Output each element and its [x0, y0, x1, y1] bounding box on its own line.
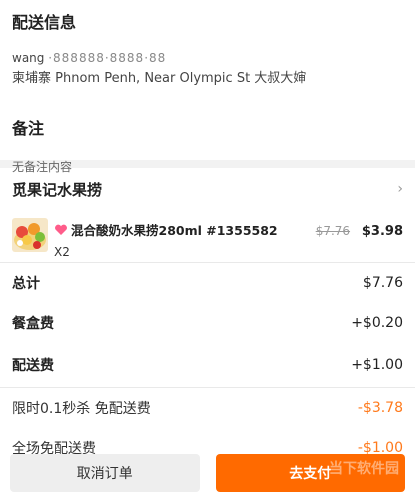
receiver-name: wang [12, 51, 45, 65]
fee-row-delivery: 配送费 +$1.00 [0, 343, 415, 387]
receiver-line: wang ·888888·8888·88 [12, 50, 403, 66]
fee-row-box: 餐盒费 +$0.20 [0, 303, 415, 343]
shop-name: 觅果记水果捞 [12, 180, 103, 199]
receiver-address: 柬埔寨 Phnom Penh, Near Olympic St 大叔大婶 [12, 71, 307, 86]
fee-label: 配送费 [12, 358, 54, 374]
receiver-phone: ·888888·8888·88 [48, 51, 167, 65]
delivery-title: 配送信息 [12, 13, 77, 32]
cancel-order-button[interactable]: 取消订单 [10, 454, 200, 492]
pay-button-label: 去支付 [289, 466, 332, 482]
note-title: 备注 [12, 119, 45, 138]
item-price: $3.98 [361, 224, 403, 239]
pay-button[interactable]: 去支付 当下软件园 [215, 454, 405, 492]
fee-label: 总计 [12, 276, 40, 292]
item-prices: $7.76 $3.98 [316, 224, 403, 239]
order-item: 混合酸奶水果捞280ml #1355582 X2 $7.76 $3.98 [0, 210, 415, 262]
delivery-section: 配送信息 wang ·888888·8888·88 柬埔寨 Phnom Penh… [0, 0, 415, 174]
fee-value: $7.76 [362, 275, 403, 291]
chevron-right-icon: › [397, 181, 403, 197]
promo-value: -$3.78 [357, 400, 403, 416]
fee-value: +$0.20 [351, 315, 403, 331]
action-bar: 取消订单 去支付 当下软件园 [0, 454, 415, 500]
heart-icon [55, 224, 67, 235]
item-name: 混合酸奶水果捞280ml #1355582 [71, 223, 278, 238]
item-original-price: $7.76 [315, 224, 351, 238]
promo-label: 限时0.1秒杀 免配送费 [12, 401, 151, 417]
fee-label: 餐盒费 [12, 316, 54, 332]
fee-value: +$1.00 [351, 357, 403, 373]
fruit-bowl-icon [12, 218, 48, 252]
fee-row-total: 总计 $7.76 [0, 263, 415, 303]
watermark-text: 当下软件园 [329, 461, 399, 477]
item-quantity: X2 [54, 245, 70, 259]
promo-row: 限时0.1秒杀 免配送费 -$3.78 [0, 388, 415, 428]
